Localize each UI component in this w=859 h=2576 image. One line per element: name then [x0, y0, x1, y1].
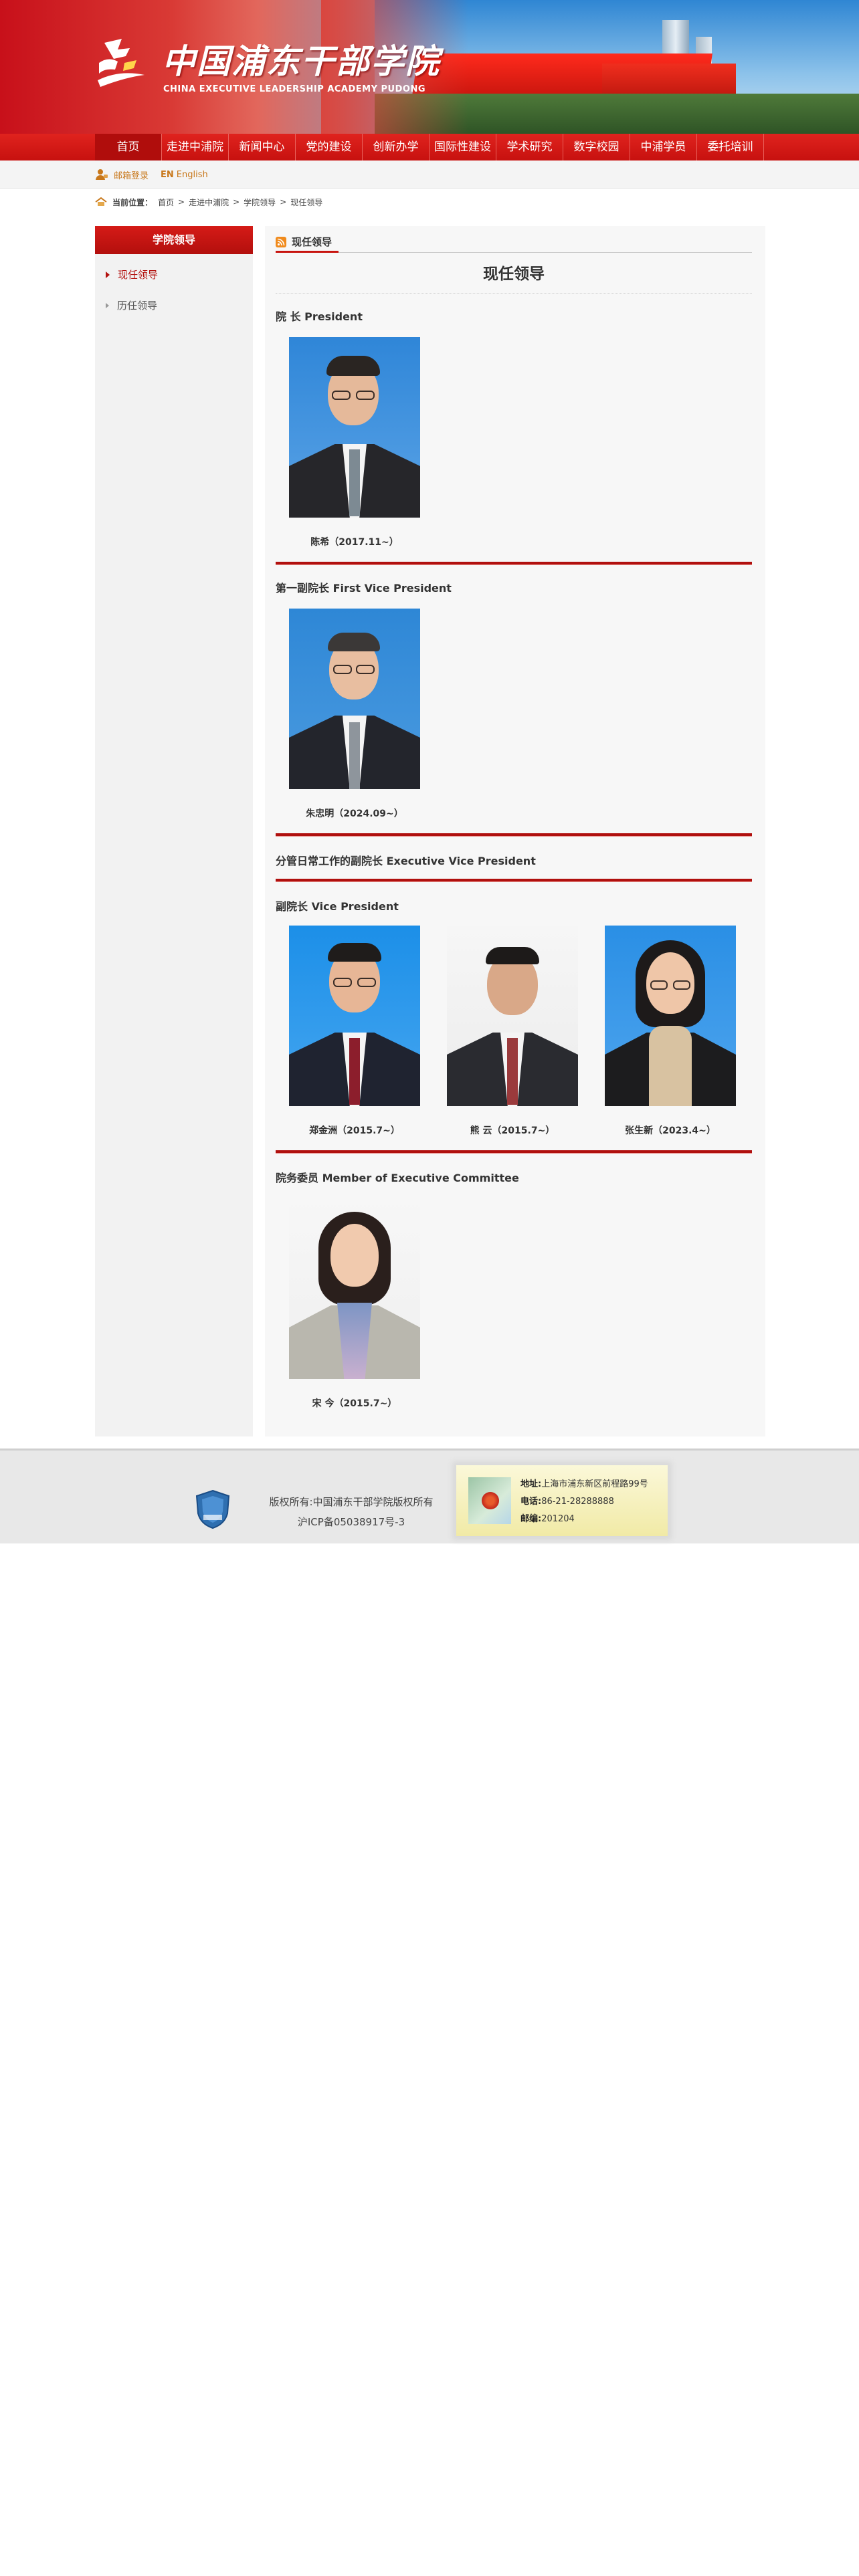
- site-logo[interactable]: 中国浦东干部学院 CHINA EXECUTIVE LEADERSHIP ACAD…: [95, 32, 439, 99]
- home-icon: [95, 197, 107, 206]
- leader-name: 熊 云（2015.7~）: [470, 1125, 555, 1136]
- nav-item[interactable]: 数字校园: [563, 134, 630, 160]
- leader-photo: [289, 926, 420, 1106]
- logo-mark-icon: [98, 39, 145, 87]
- leader-photo: [289, 337, 420, 518]
- contact-card: 地址:上海市浦东新区前程路99号 电话:86-21-28288888 邮编:20…: [456, 1465, 668, 1536]
- english-link[interactable]: English: [177, 170, 208, 180]
- icp-link[interactable]: 沪ICP备05038917号-3: [254, 1512, 448, 1532]
- phone-label: 电话:: [520, 1497, 542, 1507]
- address-line: 地址:上海市浦东新区前程路99号: [520, 1476, 648, 1493]
- breadcrumb-item-about[interactable]: 走进中浦院: [189, 197, 229, 208]
- logo-text-cn: 中国浦东干部学院: [162, 41, 440, 81]
- caret-right-icon: [106, 303, 109, 308]
- leader-name: 张生新（2023.4~）: [625, 1125, 716, 1136]
- nav-item[interactable]: 委托培训: [697, 134, 764, 160]
- section-heading-vice-president: 副院长 Vice President: [276, 900, 399, 913]
- breadcrumb-item-home[interactable]: 首页: [158, 197, 174, 208]
- leader-name: 陈希（2017.11~）: [310, 537, 399, 548]
- leader-card[interactable]: 熊 云（2015.7~）: [447, 926, 578, 1137]
- footer: 版权所有:中国浦东干部学院版权所有 沪ICP备05038917号-3 地址:上海…: [0, 1448, 859, 1543]
- contact-lines: 地址:上海市浦东新区前程路99号 电话:86-21-28288888 邮编:20…: [520, 1476, 648, 1528]
- leader-photo: [289, 609, 420, 789]
- nav-item[interactable]: 创新办学: [363, 134, 430, 160]
- leader-card[interactable]: 宋 今（2015.7~）: [289, 1198, 420, 1410]
- phone-value: 86-21-28288888: [541, 1497, 614, 1507]
- copyright-block: 版权所有:中国浦东干部学院版权所有 沪ICP备05038917号-3: [254, 1492, 448, 1532]
- section-divider: [276, 1150, 752, 1153]
- nav-item[interactable]: 新闻中心: [229, 134, 296, 160]
- nav-list: 首页 走进中浦院 新闻中心 党的建设 创新办学 国际性建设 学术研究 数字校园 中浦学员 委托培训: [95, 134, 764, 160]
- sidebar-item-current-leaders[interactable]: 现任领导: [95, 259, 253, 290]
- breadcrumb-label: 当前位置：: [112, 197, 153, 207]
- breadcrumb-item-leaders[interactable]: 学院领导: [244, 197, 276, 208]
- sidebar-item-label: 历任领导: [117, 300, 158, 312]
- sidebar-item-former-leaders[interactable]: 历任领导: [95, 290, 253, 321]
- leader-card[interactable]: 张生新（2023.4~）: [605, 926, 736, 1137]
- user-icon: [96, 169, 108, 180]
- sidebar-title: 学院领导: [95, 226, 253, 254]
- breadcrumb-separator: >: [233, 197, 240, 207]
- tab-label: 现任领导: [292, 236, 332, 248]
- leader-photo: [289, 1198, 420, 1379]
- nav-item[interactable]: 走进中浦院: [162, 134, 229, 160]
- breadcrumb-item-current: 现任领导: [290, 197, 323, 207]
- nav-item[interactable]: 党的建设: [296, 134, 363, 160]
- nav-item[interactable]: 国际性建设: [430, 134, 496, 160]
- seal-icon: [482, 1492, 499, 1509]
- main-nav: 首页 走进中浦院 新闻中心 党的建设 创新办学 国际性建设 学术研究 数字校园 中浦学员 委托培训: [0, 134, 859, 160]
- zip-label: 邮编:: [520, 1514, 542, 1524]
- rss-icon: [276, 236, 286, 247]
- utility-bar: 邮箱登录 EN English: [0, 160, 859, 189]
- tab-current-leaders[interactable]: 现任领导: [276, 233, 339, 253]
- leader-photo: [447, 926, 578, 1106]
- nav-item[interactable]: 中浦学员: [630, 134, 697, 160]
- en-badge[interactable]: EN: [161, 170, 174, 180]
- address-value: 上海市浦东新区前程路99号: [541, 1479, 648, 1489]
- mail-login-link[interactable]: 邮箱登录: [114, 169, 149, 181]
- page-title: 现任领导: [276, 261, 752, 294]
- caret-right-icon: [106, 272, 110, 278]
- section-divider: [276, 562, 752, 564]
- logo-text-en: CHINA EXECUTIVE LEADERSHIP ACADEMY PUDON…: [163, 84, 426, 94]
- sidebar: 学院领导 现任领导 历任领导: [95, 226, 253, 1436]
- leader-name: 宋 今（2015.7~）: [312, 1398, 397, 1409]
- section-heading-executive-vice-president: 分管日常工作的副院长 Executive Vice President: [276, 855, 536, 867]
- leader-photo: [605, 926, 736, 1106]
- section-heading-executive-committee: 院务委员 Member of Executive Committee: [276, 1172, 519, 1184]
- police-badge-icon[interactable]: [195, 1489, 230, 1529]
- leader-card[interactable]: 郑金洲（2015.7~）: [289, 926, 420, 1137]
- sidebar-item-label: 现任领导: [118, 269, 159, 281]
- phone-line: 电话:86-21-28288888: [520, 1493, 648, 1511]
- leader-name: 朱忠明（2024.09~）: [306, 809, 403, 819]
- nav-item[interactable]: 学术研究: [496, 134, 563, 160]
- leader-name: 郑金洲（2015.7~）: [309, 1125, 400, 1136]
- zip-line: 邮编:201204: [520, 1511, 648, 1528]
- copyright-text: 版权所有:中国浦东干部学院版权所有: [269, 1496, 434, 1508]
- nav-item[interactable]: 首页: [95, 134, 162, 160]
- header-banner: 中国浦东干部学院 CHINA EXECUTIVE LEADERSHIP ACAD…: [0, 0, 859, 134]
- map-thumbnail[interactable]: [468, 1477, 511, 1524]
- breadcrumb-separator: >: [178, 197, 185, 207]
- address-label: 地址:: [520, 1479, 542, 1489]
- content-tab-bar: 现任领导: [276, 233, 752, 253]
- section-heading-president: 院 长 President: [276, 310, 363, 323]
- leader-card[interactable]: 朱忠明（2024.09~）: [289, 609, 420, 820]
- breadcrumb: 当前位置： 首页 > 走进中浦院 > 学院领导 > 现任领导: [95, 195, 322, 209]
- section-divider: [276, 833, 752, 836]
- section-divider: [276, 879, 752, 881]
- leader-card[interactable]: 陈希（2017.11~）: [289, 337, 420, 548]
- section-heading-first-vice-president: 第一副院长 First Vice President: [276, 582, 452, 595]
- main-content: 现任领导 现任领导 院 长 President 陈希（2017.11~） 第一副…: [265, 226, 765, 1436]
- zip-value: 201204: [541, 1514, 575, 1524]
- breadcrumb-separator: >: [280, 197, 287, 207]
